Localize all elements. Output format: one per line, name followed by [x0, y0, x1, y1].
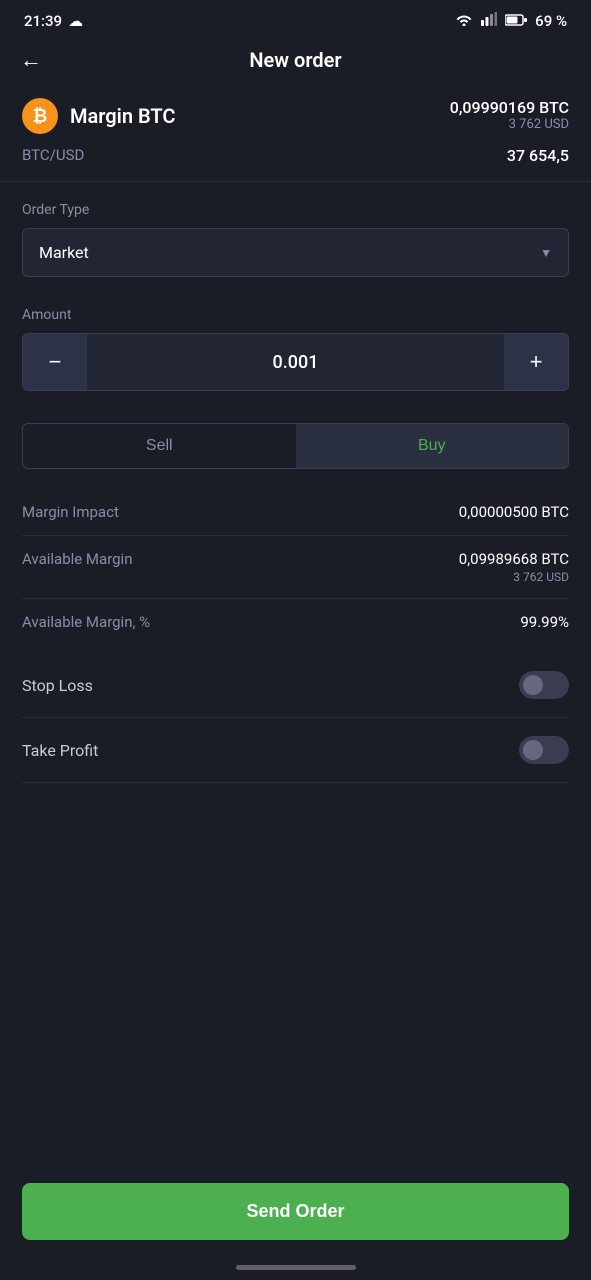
order-type-value: Market: [39, 243, 89, 262]
amount-section: Amount − 0.001 +: [0, 307, 591, 407]
status-bar: 21:39 ☁ 69 %: [0, 0, 591, 38]
pair-price-row: BTC/USD 37 654,5: [0, 142, 591, 181]
amount-value: 0.001: [87, 352, 504, 373]
available-margin-pct-value: 99.99%: [520, 613, 569, 631]
battery-icon: [505, 12, 527, 30]
amount-control: − 0.001 +: [22, 333, 569, 391]
wifi-icon: [455, 12, 473, 30]
order-type-section: Order Type Market ▼: [0, 182, 591, 307]
amount-label: Amount: [22, 307, 569, 323]
trading-pair: BTC/USD: [22, 146, 84, 165]
battery-percentage: 69 %: [535, 12, 567, 30]
decrement-button[interactable]: −: [23, 334, 87, 390]
signal-icon: [481, 12, 497, 30]
asset-balance: 0,09990169 BTC 3 762 USD: [450, 98, 569, 132]
toggle-section: Stop Loss Take Profit: [0, 653, 591, 783]
dropdown-arrow-icon: ▼: [540, 246, 552, 260]
back-button[interactable]: ←: [20, 47, 42, 73]
stop-loss-toggle[interactable]: [519, 671, 569, 699]
available-margin-label: Available Margin: [22, 550, 133, 568]
margin-impact-value: 0,00000500 BTC: [459, 503, 569, 521]
send-order-button[interactable]: Send Order: [22, 1183, 569, 1240]
asset-btc-amount: 0,09990169 BTC: [450, 98, 569, 117]
available-margin-pct: 99.99%: [520, 613, 569, 631]
available-margin-pct-label: Available Margin, %: [22, 613, 150, 631]
take-profit-label: Take Profit: [22, 741, 98, 760]
cloud-icon: ☁: [68, 12, 83, 30]
available-margin-btc: 0,09989668 BTC: [459, 550, 569, 568]
increment-button[interactable]: +: [504, 334, 568, 390]
buy-button[interactable]: Buy: [296, 424, 569, 468]
stop-loss-label: Stop Loss: [22, 676, 93, 695]
home-indicator: [236, 1265, 356, 1270]
take-profit-toggle[interactable]: [519, 736, 569, 764]
available-margin-row: Available Margin 0,09989668 BTC 3 762 US…: [22, 536, 569, 599]
available-margin-value: 0,09989668 BTC 3 762 USD: [459, 550, 569, 584]
asset-usd-amount: 3 762 USD: [450, 117, 569, 132]
sell-buy-toggle: Sell Buy: [22, 423, 569, 469]
send-order-container: Send Order: [0, 1183, 591, 1240]
available-margin-pct-row: Available Margin, % 99.99%: [22, 599, 569, 645]
asset-identity: ₿ Margin BTC: [22, 98, 176, 134]
available-margin-usd: 3 762 USD: [459, 570, 569, 584]
page-header: ← New order: [0, 38, 591, 88]
margin-impact-btc: 0,00000500 BTC: [459, 503, 569, 521]
page-title: New order: [249, 48, 341, 72]
order-type-dropdown[interactable]: Market ▼: [22, 228, 569, 277]
status-time-area: 21:39 ☁: [24, 12, 83, 30]
take-profit-thumb: [523, 740, 543, 760]
margin-impact-label: Margin Impact: [22, 503, 119, 521]
asset-info-section: ₿ Margin BTC 0,09990169 BTC 3 762 USD: [0, 88, 591, 142]
take-profit-row: Take Profit: [22, 718, 569, 783]
current-price: 37 654,5: [507, 146, 569, 165]
margin-impact-row: Margin Impact 0,00000500 BTC: [22, 489, 569, 536]
asset-name: Margin BTC: [70, 104, 176, 128]
stop-loss-row: Stop Loss: [22, 653, 569, 718]
order-type-label: Order Type: [22, 202, 569, 218]
sell-button[interactable]: Sell: [23, 424, 296, 468]
stop-loss-thumb: [523, 675, 543, 695]
btc-icon: ₿: [22, 98, 58, 134]
time-display: 21:39: [24, 12, 62, 30]
status-icons-area: 69 %: [455, 12, 567, 30]
metrics-section: Margin Impact 0,00000500 BTC Available M…: [0, 489, 591, 645]
